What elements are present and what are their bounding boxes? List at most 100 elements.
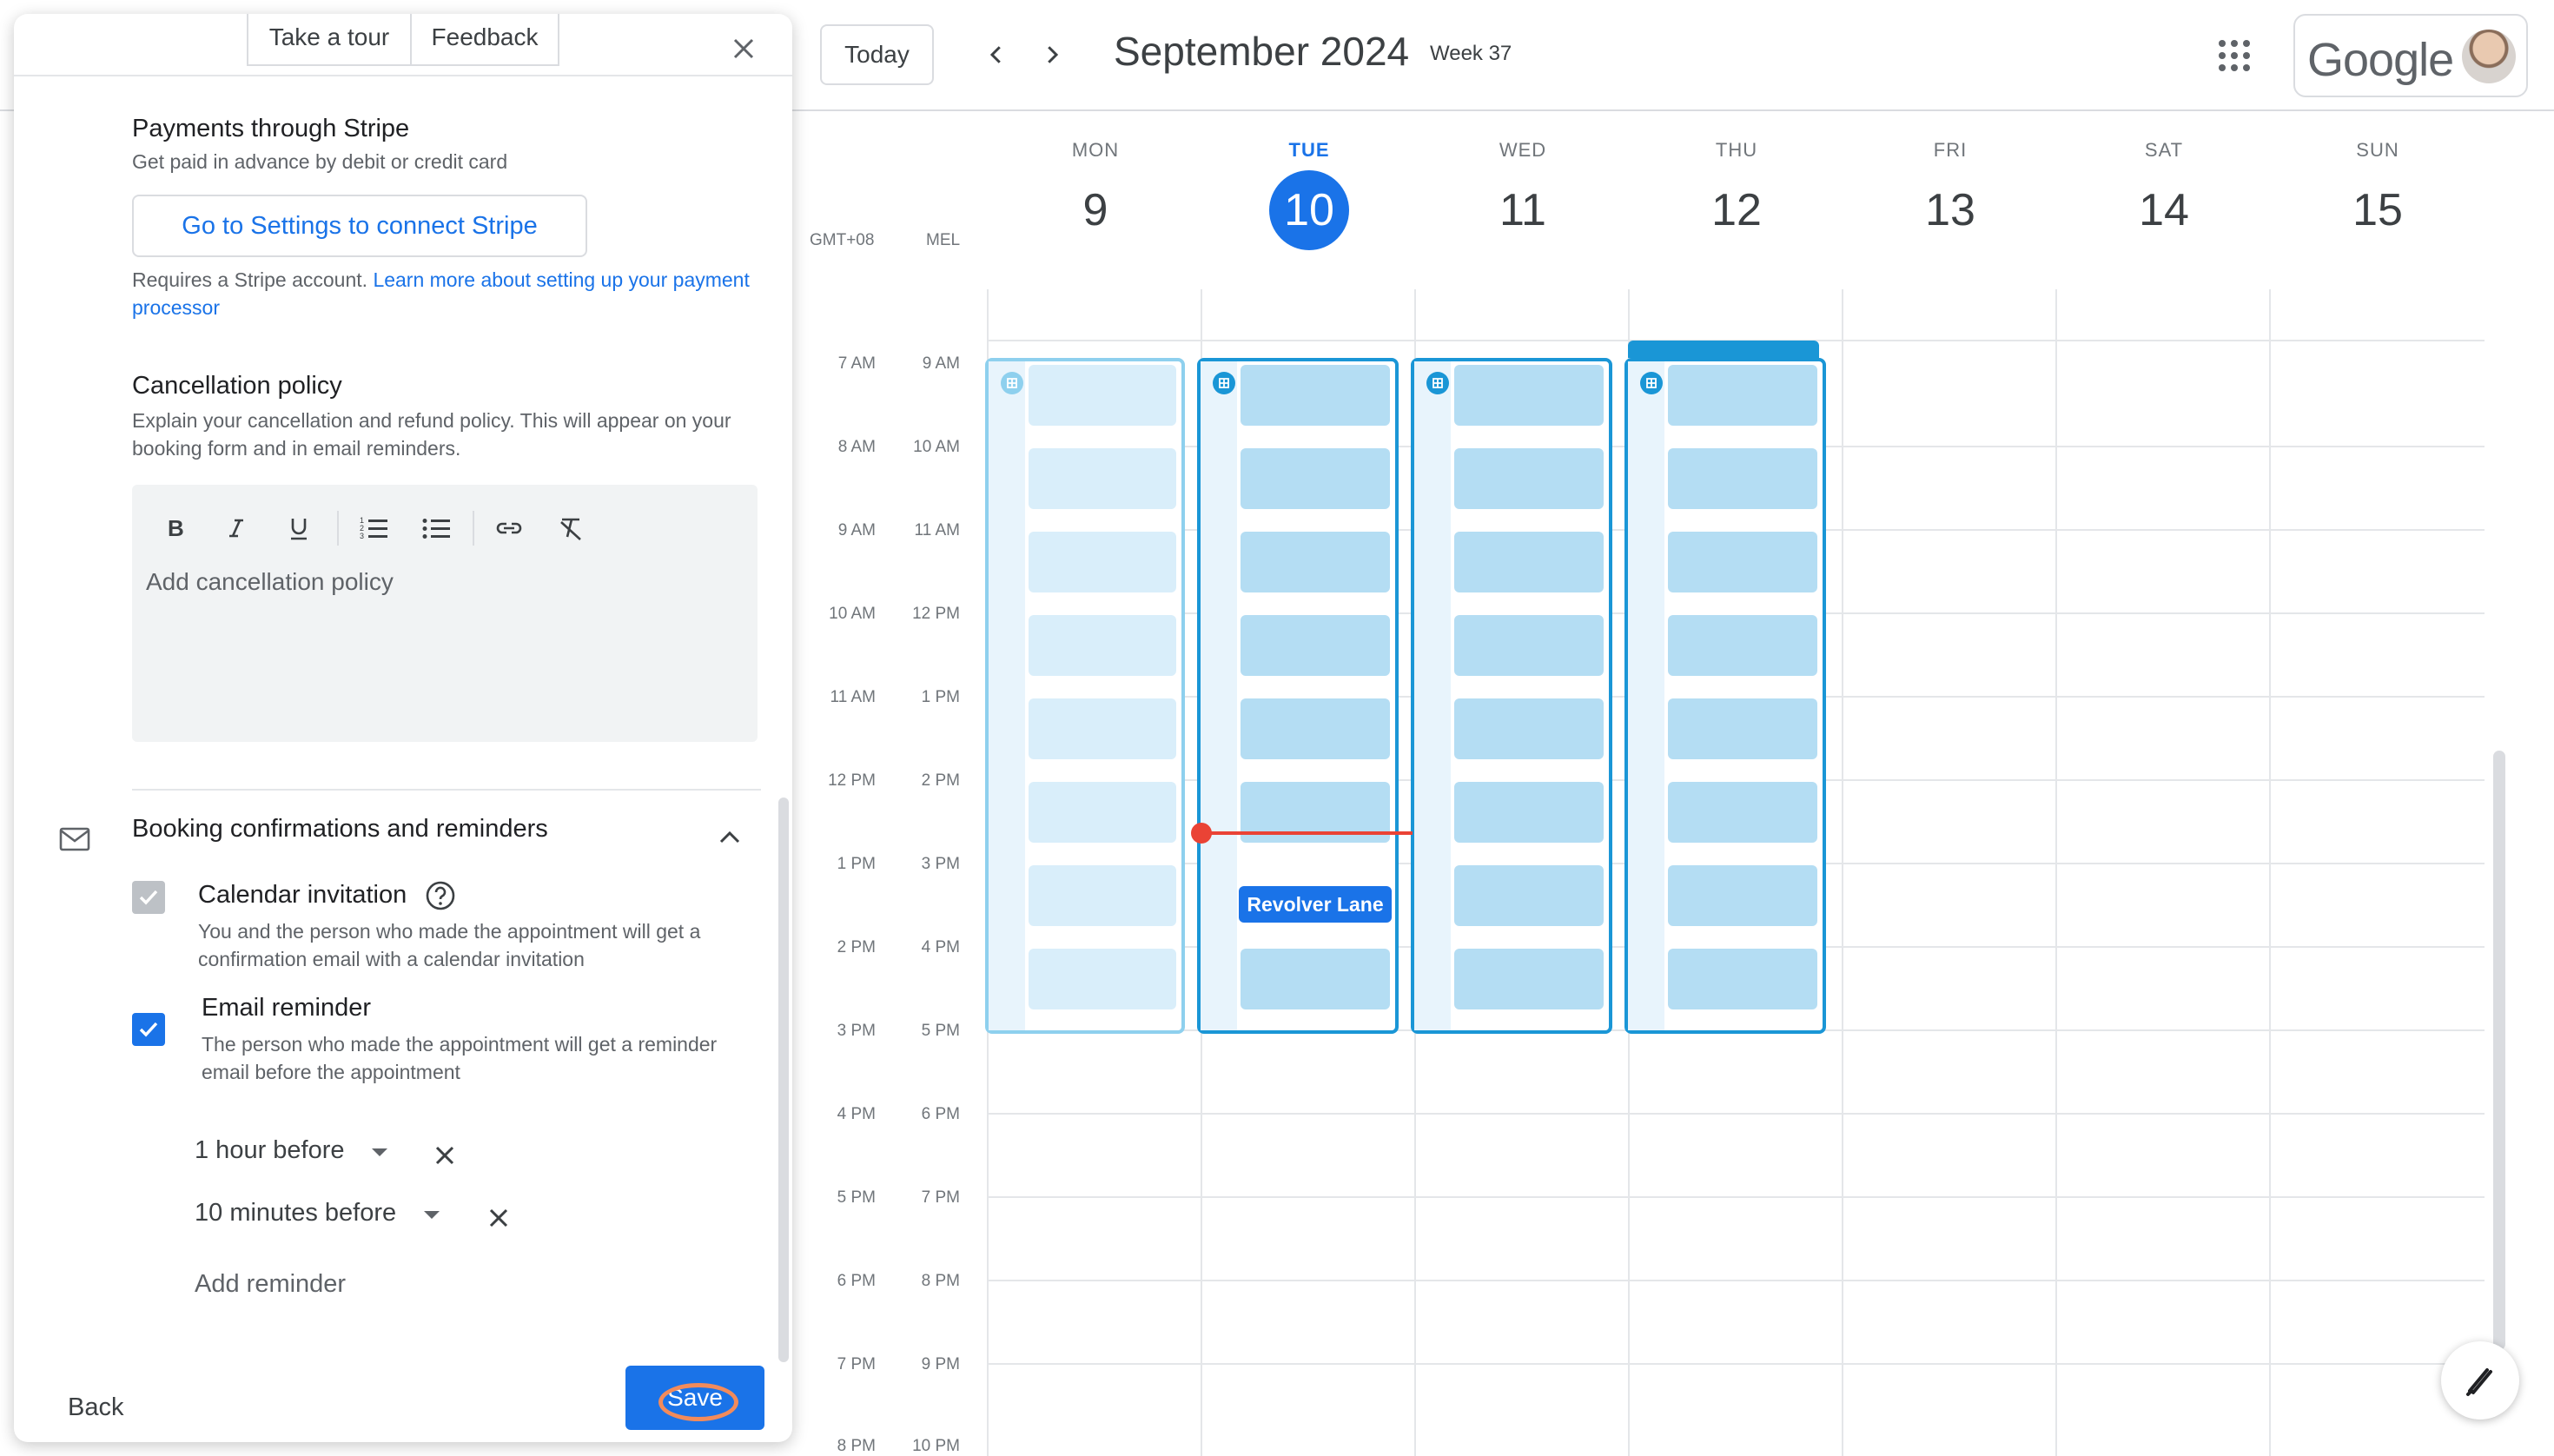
- day-header-wed[interactable]: WED 11: [1416, 139, 1630, 250]
- thursday-indicator-bar: [1628, 341, 1819, 358]
- save-button[interactable]: Save: [625, 1366, 764, 1430]
- bookable-slot[interactable]: [1668, 949, 1817, 1009]
- insert-link-button[interactable]: [490, 509, 528, 547]
- timezone-secondary: MEL: [926, 231, 961, 249]
- bookable-slot[interactable]: [1029, 448, 1176, 509]
- connect-stripe-button[interactable]: Go to Settings to connect Stripe: [132, 195, 587, 257]
- bookable-slot[interactable]: [1668, 448, 1817, 509]
- day-header-sat[interactable]: SAT 14: [2057, 139, 2271, 250]
- bookable-slot[interactable]: [1241, 532, 1390, 592]
- underline-button[interactable]: [280, 509, 318, 547]
- day-header-thu[interactable]: THU 12: [1630, 139, 1843, 250]
- day-number[interactable]: 11: [1483, 170, 1563, 250]
- italic-button[interactable]: [217, 509, 255, 547]
- day-number[interactable]: 13: [1910, 170, 1990, 250]
- chevron-right-icon: [1048, 46, 1059, 63]
- feedback-button[interactable]: Feedback: [410, 14, 559, 66]
- bookable-slot[interactable]: [1454, 532, 1604, 592]
- day-name: SUN: [2356, 139, 2399, 161]
- bookable-slot[interactable]: [1029, 615, 1176, 676]
- bookable-slot[interactable]: [1029, 865, 1176, 926]
- today-button[interactable]: Today: [820, 24, 934, 85]
- calendar-invitation-checkbox[interactable]: [132, 881, 165, 914]
- day-name: MON: [1071, 139, 1120, 161]
- bookable-slot[interactable]: [1029, 782, 1176, 843]
- day-header-mon[interactable]: MON 9: [989, 139, 1202, 250]
- bookable-slot[interactable]: [1029, 365, 1176, 426]
- calendar-scrollbar[interactable]: [2493, 751, 2505, 1350]
- back-button[interactable]: Back: [68, 1393, 123, 1422]
- payments-title: Payments through Stripe: [132, 115, 410, 142]
- next-week-button[interactable]: [1030, 33, 1074, 76]
- collapse-section-button[interactable]: [712, 820, 747, 855]
- bold-icon: B: [168, 515, 184, 541]
- availability-block-mon[interactable]: [985, 358, 1185, 1034]
- bookable-slot[interactable]: [1029, 949, 1176, 1009]
- day-number[interactable]: 12: [1697, 170, 1777, 250]
- bookable-slot[interactable]: [1668, 615, 1817, 676]
- time-label: 7 PM: [837, 1355, 876, 1373]
- remove-reminder-2-button[interactable]: [483, 1202, 514, 1234]
- time-label-secondary: 4 PM: [921, 938, 960, 956]
- close-panel-button[interactable]: [725, 30, 763, 68]
- time-label-secondary: 10 PM: [912, 1437, 960, 1455]
- day-header-tue[interactable]: TUE 10: [1202, 139, 1416, 250]
- reminder-select-1[interactable]: 1 hour before: [195, 1136, 345, 1165]
- bookable-slot[interactable]: [1668, 698, 1817, 759]
- email-reminder-checkbox[interactable]: [132, 1013, 165, 1046]
- take-a-tour-button[interactable]: Take a tour: [247, 14, 412, 66]
- day-number-today[interactable]: 10: [1269, 170, 1349, 250]
- account-switcher[interactable]: Google: [2293, 14, 2528, 97]
- bookable-slot[interactable]: [1668, 365, 1817, 426]
- assistant-fab-button[interactable]: [2441, 1341, 2519, 1420]
- apps-grid-icon[interactable]: [2217, 38, 2252, 73]
- time-label-secondary: 9 PM: [921, 1355, 960, 1373]
- time-label: 11 AM: [830, 688, 876, 706]
- bookable-slot[interactable]: [1454, 698, 1604, 759]
- help-circle-icon[interactable]: [424, 879, 457, 912]
- bookable-slot[interactable]: [1454, 615, 1604, 676]
- bookable-slot[interactable]: [1454, 782, 1604, 843]
- day-number[interactable]: 14: [2124, 170, 2204, 250]
- availability-block-wed[interactable]: [1411, 358, 1612, 1034]
- availability-block-tue[interactable]: [1197, 358, 1399, 1034]
- email-reminder-description: The person who made the appointment will…: [202, 1033, 718, 1083]
- bookable-slot[interactable]: [1668, 532, 1817, 592]
- bookable-slot[interactable]: [1454, 865, 1604, 926]
- cancellation-policy-editor[interactable]: B 123 Add cancellation policy: [132, 485, 758, 742]
- underline-icon: [291, 519, 307, 540]
- event-revolver-lane[interactable]: Revolver Lane: [1239, 886, 1392, 923]
- bookable-slot[interactable]: [1029, 532, 1176, 592]
- bookable-slot[interactable]: [1668, 782, 1817, 843]
- clear-formatting-button[interactable]: [552, 509, 591, 547]
- availability-block-thu[interactable]: [1624, 358, 1826, 1034]
- dropdown-arrow-icon[interactable]: [372, 1148, 387, 1156]
- bold-button[interactable]: B: [155, 509, 193, 547]
- bookable-slot[interactable]: [1241, 698, 1390, 759]
- panel-scrollbar[interactable]: [778, 797, 789, 1362]
- bookable-slot[interactable]: [1241, 448, 1390, 509]
- bookable-slot[interactable]: [1241, 949, 1390, 1009]
- day-number[interactable]: 15: [2338, 170, 2418, 250]
- bookable-slot[interactable]: [1241, 365, 1390, 426]
- reminder-select-2[interactable]: 10 minutes before: [195, 1199, 396, 1228]
- previous-week-button[interactable]: [975, 33, 1018, 76]
- time-label: 1 PM: [837, 855, 876, 873]
- bookable-slot[interactable]: [1454, 448, 1604, 509]
- dropdown-arrow-icon[interactable]: [424, 1211, 440, 1219]
- time-label: 4 PM: [837, 1105, 876, 1123]
- bookable-slot[interactable]: [1668, 865, 1817, 926]
- add-reminder-button[interactable]: Add reminder: [195, 1270, 346, 1299]
- bookable-slot[interactable]: [1241, 615, 1390, 676]
- bookable-slot[interactable]: [1029, 698, 1176, 759]
- time-label: 12 PM: [828, 771, 876, 790]
- day-number[interactable]: 9: [1055, 170, 1135, 250]
- bulleted-list-button[interactable]: [417, 509, 455, 547]
- bookable-slot[interactable]: [1454, 949, 1604, 1009]
- bookable-slot[interactable]: [1454, 365, 1604, 426]
- remove-reminder-1-button[interactable]: [429, 1140, 460, 1171]
- numbered-list-button[interactable]: 123: [354, 509, 393, 547]
- day-header-fri[interactable]: FRI 13: [1843, 139, 2057, 250]
- day-header-sun[interactable]: SUN 15: [2271, 139, 2485, 250]
- appointment-grid-icon: [1640, 372, 1663, 394]
